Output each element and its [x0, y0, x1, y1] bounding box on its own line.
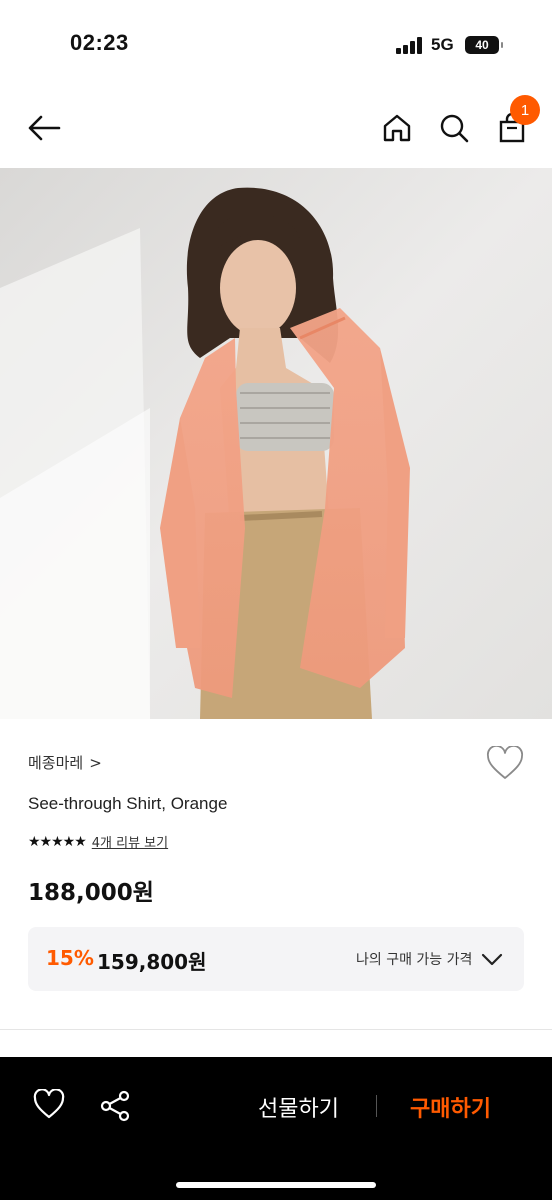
network-label: 5G — [431, 35, 454, 54]
bottom-wishlist-button[interactable] — [32, 1088, 68, 1125]
cart-count-badge: 1 — [510, 95, 540, 125]
gift-button[interactable]: 선물하기 — [258, 1091, 339, 1123]
chevron-right-icon: > — [89, 753, 102, 772]
product-price: 188,000원 — [28, 880, 154, 906]
discount-price-toggle[interactable]: 15% 159,800원 나의 구매 가능 가격 — [28, 927, 524, 991]
product-name: See-through Shirt, Orange — [28, 794, 228, 813]
heart-icon — [33, 1088, 65, 1119]
discount-label: 나의 구매 가능 가격 — [356, 952, 473, 968]
review-link[interactable]: 4개 리뷰 보기 — [92, 832, 168, 851]
product-image[interactable] — [0, 168, 552, 719]
signal-icon — [396, 36, 424, 54]
chevron-down-icon — [481, 953, 503, 966]
product-photo — [0, 168, 552, 719]
battery-icon: 40 — [465, 36, 503, 54]
battery-level: 40 — [475, 38, 489, 52]
section-divider — [0, 1029, 552, 1030]
share-button[interactable] — [98, 1089, 134, 1125]
home-indicator[interactable] — [176, 1182, 376, 1188]
heart-outline-icon — [487, 745, 523, 779]
star-rating: ★★★★★ — [28, 833, 87, 850]
buy-button[interactable]: 구매하기 — [410, 1091, 491, 1123]
brand-name: 메종마레 — [28, 754, 84, 772]
search-icon — [440, 114, 469, 143]
bottom-action-bar: 선물하기 구매하기 — [0, 1057, 552, 1200]
home-button[interactable] — [377, 108, 417, 148]
discount-percent: 15% — [46, 946, 94, 970]
rating-row: ★★★★★ 4개 리뷰 보기 — [28, 832, 168, 852]
home-icon — [383, 114, 411, 142]
discount-price: 159,800원 — [97, 950, 207, 974]
status-time: 02:23 — [70, 30, 129, 55]
search-button[interactable] — [434, 108, 474, 148]
back-button[interactable] — [24, 108, 64, 148]
wishlist-button[interactable] — [486, 745, 524, 782]
top-nav — [0, 90, 552, 168]
arrow-left-icon — [28, 115, 61, 141]
status-bar: 02:23 5G 40 — [0, 0, 552, 90]
brand-link[interactable]: 메종마레 > — [28, 752, 102, 773]
share-icon — [100, 1090, 130, 1122]
button-separator — [376, 1095, 377, 1117]
